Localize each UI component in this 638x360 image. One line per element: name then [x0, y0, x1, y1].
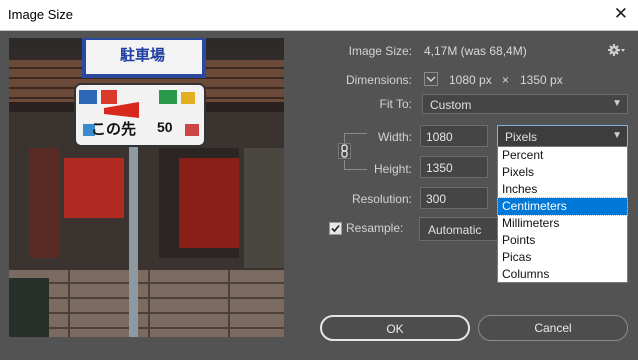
cancel-button[interactable]: Cancel	[478, 315, 628, 341]
chevron-down-icon: ▼	[612, 98, 622, 109]
sign-kanji: 駐車場	[120, 47, 166, 64]
fit-to-label: Fit To:	[379, 97, 412, 111]
dimensions-height: 1350 px	[520, 73, 563, 87]
fit-to-select[interactable]: Custom ▼	[422, 94, 628, 114]
constrain-proportions-button[interactable]	[338, 143, 351, 159]
close-icon[interactable]: ✕	[614, 4, 628, 24]
unit-option-picas[interactable]: Picas	[498, 249, 627, 266]
height-label: Height:	[373, 162, 412, 176]
image-size-value: 4,17M (was 68,4M)	[424, 44, 527, 58]
dimensions-width: 1080 px	[449, 73, 492, 87]
image-preview[interactable]: 駐車場 この先 50	[9, 38, 284, 337]
sign-text: この先	[91, 121, 137, 138]
resample-value: Automatic	[428, 223, 482, 237]
sign-number: 50	[157, 119, 173, 135]
height-input[interactable]: 1350	[420, 156, 488, 178]
resolution-value: 300	[426, 192, 447, 206]
unit-option-centimeters[interactable]: Centimeters	[497, 197, 628, 216]
unit-option-points[interactable]: Points	[498, 232, 627, 249]
width-unit-select[interactable]: Pixels ▼	[497, 125, 628, 147]
unit-option-percent[interactable]: Percent	[498, 147, 627, 164]
dimensions-label: Dimensions:	[345, 73, 412, 87]
width-label: Width:	[377, 130, 412, 144]
gear-icon[interactable]	[608, 43, 626, 57]
height-value: 1350	[426, 161, 453, 175]
unit-option-columns[interactable]: Columns	[498, 266, 627, 283]
window-title: Image Size	[8, 7, 74, 22]
dimensions-toggle-icon[interactable]	[424, 72, 438, 86]
unit-dropdown-list[interactable]: Percent Pixels Inches Centimeters Millim…	[497, 146, 628, 283]
unit-option-inches[interactable]: Inches	[498, 181, 627, 198]
width-unit-value: Pixels	[505, 130, 538, 144]
resolution-input[interactable]: 300	[420, 187, 488, 209]
link-icon	[341, 144, 348, 158]
resolution-label: Resolution:	[351, 192, 412, 206]
resample-checkbox[interactable]	[329, 222, 342, 235]
image-size-label: Image Size:	[348, 44, 412, 58]
ok-button[interactable]: OK	[320, 315, 470, 341]
unit-option-millimeters[interactable]: Millimeters	[498, 215, 627, 232]
resample-label: Resample:	[346, 221, 404, 235]
dimensions-times: ×	[502, 73, 510, 87]
fit-to-value: Custom	[430, 98, 472, 112]
width-value: 1080	[426, 130, 453, 144]
width-input[interactable]: 1080	[420, 125, 488, 147]
title-bar: Image Size ✕	[0, 0, 638, 31]
chevron-down-icon: ▼	[612, 130, 622, 141]
unit-option-pixels[interactable]: Pixels	[498, 164, 627, 181]
checkmark-icon	[331, 224, 340, 233]
resample-select[interactable]: Automatic	[419, 217, 499, 241]
